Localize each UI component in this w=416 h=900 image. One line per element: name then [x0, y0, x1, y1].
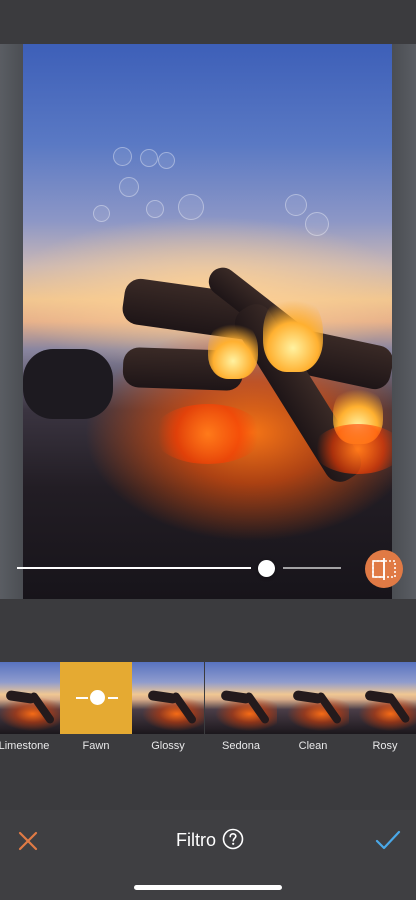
bokeh-light [305, 212, 329, 236]
filter-thumbnail [277, 662, 349, 734]
embers [153, 404, 263, 464]
filter-intensity-knob[interactable] [90, 690, 105, 705]
bokeh-light [93, 205, 110, 222]
toolbar-title: Filtro [176, 830, 216, 850]
filter-label: Fawn [82, 740, 110, 752]
intensity-slider-thumb[interactable] [258, 560, 275, 577]
help-button[interactable] [222, 828, 244, 850]
filter-intensity-line [76, 697, 88, 699]
filter-label: Sedona [222, 740, 260, 752]
bokeh-light [158, 152, 175, 169]
intensity-slider-filled[interactable] [17, 567, 251, 569]
photo-preview [23, 44, 392, 599]
filter-rosy[interactable]: Rosy [349, 660, 416, 760]
bokeh-light [178, 194, 204, 220]
intensity-slider-track[interactable] [283, 567, 341, 569]
bokeh-light [140, 149, 158, 167]
filter-fawn[interactable]: Fawn [60, 660, 132, 760]
filter-glossy[interactable]: Glossy [132, 660, 204, 760]
bokeh-light [119, 177, 139, 197]
checkmark-icon [375, 830, 401, 850]
filter-thumbnail [132, 662, 204, 734]
filter-thumbnail [349, 662, 416, 734]
flame [208, 319, 258, 379]
filter-label: Clean [298, 740, 328, 752]
help-circle-icon [222, 828, 244, 850]
filter-label: Glossy [151, 740, 185, 752]
flame [263, 292, 323, 372]
compare-button[interactable] [365, 550, 403, 588]
filter-sedona[interactable]: Sedona [205, 660, 277, 760]
filter-thumbnail-selected [60, 662, 132, 734]
confirm-button[interactable] [373, 825, 403, 855]
filter-intensity-line [108, 697, 118, 699]
filter-label: Limestone [0, 740, 50, 752]
rock [23, 349, 113, 419]
bokeh-light [113, 147, 132, 166]
photo-canvas [0, 44, 416, 599]
cancel-button[interactable] [14, 827, 42, 855]
filter-strip: Limestone Fawn Glossy Sedona Clean Rosy [0, 660, 416, 760]
compare-split-icon [372, 558, 396, 580]
filter-thumbnail [0, 662, 60, 734]
close-icon [18, 831, 38, 851]
filter-clean[interactable]: Clean [277, 660, 349, 760]
bokeh-light [285, 194, 307, 216]
filter-label: Rosy [372, 740, 398, 752]
top-bar [0, 0, 416, 44]
filter-thumbnail [205, 662, 277, 734]
bokeh-light [146, 200, 164, 218]
filter-limestone[interactable]: Limestone [0, 660, 60, 760]
home-indicator [134, 885, 282, 890]
